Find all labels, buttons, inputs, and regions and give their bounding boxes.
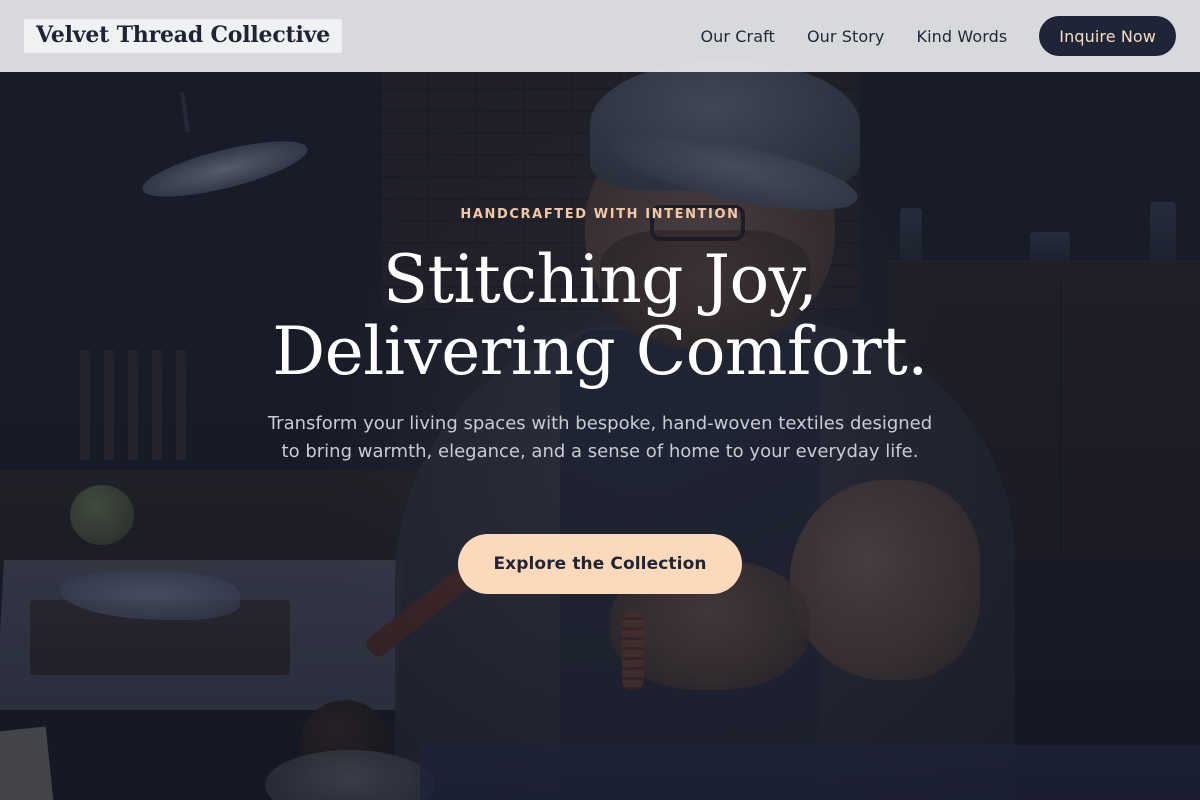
hero-title: Stitching Joy, Delivering Comfort. — [0, 244, 1200, 388]
explore-collection-button[interactable]: Explore the Collection — [458, 534, 742, 594]
nav-link-kind-words[interactable]: Kind Words — [917, 27, 1008, 46]
hero-subtitle: Transform your living spaces with bespok… — [267, 413, 933, 462]
site-header: Velvet Thread Collective Our Craft Our S… — [0, 0, 1200, 72]
main-nav: Our Craft Our Story Kind Words Inquire N… — [700, 16, 1176, 56]
nav-link-our-craft[interactable]: Our Craft — [700, 27, 774, 46]
hero-eyebrow: HANDCRAFTED WITH INTENTION — [460, 207, 740, 222]
brand-logo[interactable]: Velvet Thread Collective — [24, 19, 343, 53]
landing-page: Velvet Thread Collective Our Craft Our S… — [0, 0, 1200, 800]
hero-title-line-2: Delivering Comfort. — [272, 313, 928, 390]
hero-section: HANDCRAFTED WITH INTENTION Stitching Joy… — [0, 0, 1200, 800]
inquire-now-button[interactable]: Inquire Now — [1039, 16, 1176, 56]
nav-link-our-story[interactable]: Our Story — [807, 27, 885, 46]
hero-title-line-1: Stitching Joy, — [382, 241, 818, 318]
